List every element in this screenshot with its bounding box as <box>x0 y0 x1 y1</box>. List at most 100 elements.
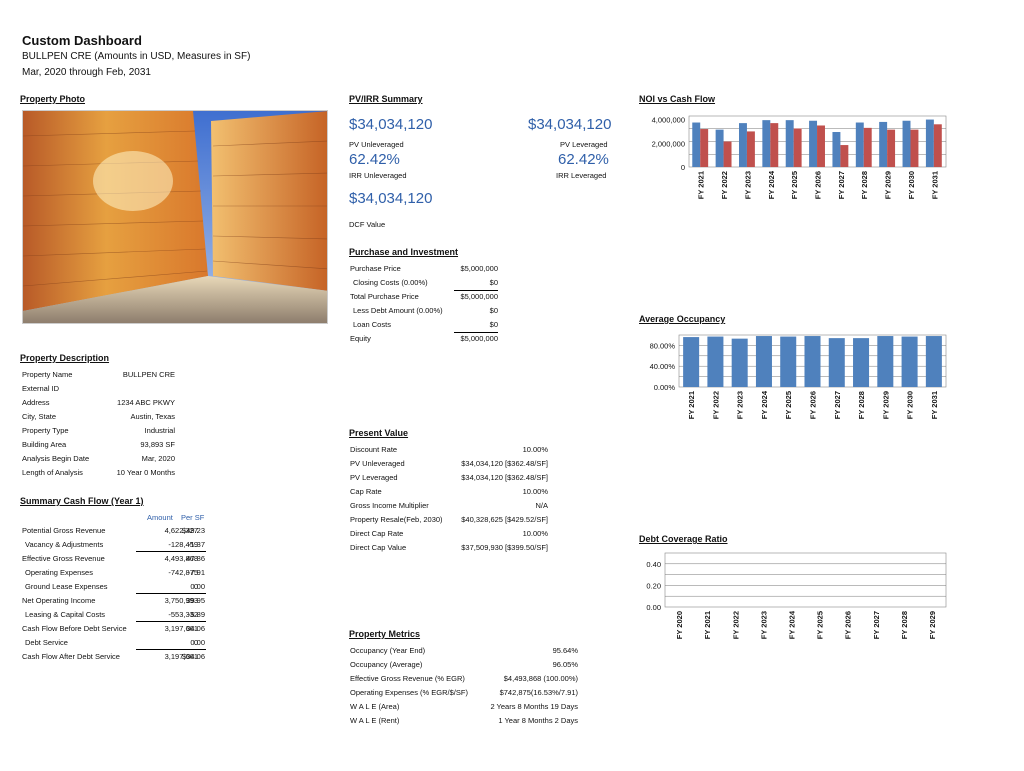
present-value-value: 10.00% <box>522 487 548 496</box>
cashflow-sum-line <box>136 621 206 622</box>
description-row: External ID <box>22 382 177 396</box>
cashflow-sum-line <box>136 593 206 594</box>
chart-bar <box>793 128 802 167</box>
x-tick-label: FY 2025 <box>790 171 799 199</box>
x-tick-label: FY 2029 <box>884 171 893 199</box>
y-tick-label: 0 <box>681 163 685 172</box>
present-value-value: 10.00% <box>522 445 548 454</box>
chart-bar <box>762 120 771 167</box>
chart-bar <box>692 122 701 167</box>
chart-bar <box>925 336 942 387</box>
description-value: Austin, Texas <box>130 412 175 421</box>
chart-bar <box>828 338 845 387</box>
x-tick-label: FY 2021 <box>697 171 706 199</box>
chart-bar <box>723 141 732 167</box>
property-photo <box>22 110 328 324</box>
metrics-label: Occupancy (Year End) <box>350 646 426 655</box>
description-label: City, State <box>22 412 57 421</box>
cashflow-row: Cash Flow Before Debt Service 3,197,661 34… <box>22 622 207 636</box>
average-occupancy-chart: 0.00% 40.00% 80.00% FY 2021 FY 2022 FY 2023 FY… <box>650 334 947 419</box>
purchase-row: Closing Costs (0.00%) $0 <box>350 276 500 290</box>
chart-bar <box>910 129 919 167</box>
present-value-value: $34,034,120 [$362.48/SF] <box>461 473 548 482</box>
description-value: Mar, 2020 <box>141 454 175 463</box>
cashflow-label: Net Operating Income <box>22 596 96 605</box>
description-row: Property Type Industrial <box>22 424 177 438</box>
y-tick-label: 0.00% <box>654 383 676 392</box>
purchase-value: $5,000,000 <box>460 292 498 301</box>
cashflow-label: Ground Lease Expenses <box>25 582 108 591</box>
cashflow-row: Vacancy & Adjustments -128,459 -1.37 <box>22 538 207 552</box>
purchase-label: Total Purchase Price <box>350 292 419 301</box>
x-tick-label: FY 2022 <box>720 171 729 199</box>
chart-bar <box>715 129 724 167</box>
chart-bar <box>780 336 797 387</box>
x-tick-label: FY 2027 <box>872 611 881 639</box>
cashflow-row: Debt Service 0 0.00 <box>22 636 207 650</box>
purchase-row: Total Purchase Price $5,000,000 <box>350 290 500 304</box>
description-row: Property Name BULLPEN CRE <box>22 368 177 382</box>
x-tick-label: FY 2025 <box>784 391 793 419</box>
description-value: Industrial <box>144 426 175 435</box>
section-title-photo: Property Photo <box>20 94 86 104</box>
description-label: Analysis Begin Date <box>22 454 90 463</box>
pv-leveraged-label: PV Leveraged <box>560 140 608 149</box>
cashflow-persf: $49.23 <box>182 526 205 535</box>
present-value-row: Property Resale(Feb, 2030) $40,328,625 [$… <box>350 513 550 527</box>
purchase-value: $5,000,000 <box>460 264 498 273</box>
purchase-row: Loan Costs $0 <box>350 318 500 332</box>
x-tick-label: FY 2024 <box>767 170 776 199</box>
irr-unleveraged-label: IRR Unleveraged <box>349 171 407 180</box>
chart-bar <box>738 123 747 167</box>
purchase-row: Purchase Price $5,000,000 <box>350 262 500 276</box>
irr-leveraged-label: IRR Leveraged <box>556 171 607 180</box>
irr-unleveraged-value: 62.42% <box>349 151 400 168</box>
chart-bar <box>832 132 841 167</box>
plot-area <box>664 552 947 608</box>
page-subtitle: BULLPEN CRE (Amounts in USD, Measures in… <box>22 51 251 62</box>
section-title-pvirr: PV/IRR Summary <box>349 94 423 104</box>
cashflow-persf: 0.00 <box>190 638 205 647</box>
chart-bar <box>902 120 911 167</box>
chart-bar <box>683 337 700 387</box>
description-row: Analysis Begin Date Mar, 2020 <box>22 452 177 466</box>
metrics-value: $742,875(16.53%/7.91) <box>499 688 578 697</box>
chart-bar <box>877 336 894 387</box>
section-title-metrics: Property Metrics <box>349 629 421 639</box>
section-title-occupancy: Average Occupancy <box>639 314 726 324</box>
description-value: BULLPEN CRE <box>122 370 175 379</box>
description-label: Property Name <box>22 370 73 379</box>
cashflow-sum-line <box>136 551 206 552</box>
x-tick-label: FY 2028 <box>860 171 869 199</box>
section-title-purchase: Purchase and Investment <box>349 247 459 257</box>
cashflow-label: Cash Flow After Debt Service <box>22 652 120 661</box>
y-tick-label: 0.00 <box>646 603 661 612</box>
chart-bar <box>879 121 888 167</box>
page-title: Custom Dashboard <box>22 33 142 48</box>
present-value-label: PV Leveraged <box>350 473 398 482</box>
cashflow-row: Net Operating Income 3,750,993 39.95 <box>22 594 207 608</box>
metrics-row: W A L E (Rent) 1 Year 8 Months 2 Days <box>350 714 580 728</box>
present-value-row: PV Leveraged $34,034,120 [$362.48/SF] <box>350 471 550 485</box>
y-tick-label: 4,000,000 <box>652 116 685 125</box>
x-tick-label: FY 2026 <box>809 391 818 419</box>
metrics-row: Occupancy (Year End) 95.64% <box>350 644 580 658</box>
present-value-label: Gross Income Multiplier <box>350 501 429 510</box>
chart-bar <box>840 145 849 167</box>
present-value-row: Discount Rate 10.00% <box>350 443 550 457</box>
column-header-amount: Amount <box>147 513 173 522</box>
x-tick-label: FY 2025 <box>816 611 825 639</box>
description-row: City, State Austin, Texas <box>22 410 177 424</box>
x-tick-label: FY 2026 <box>814 171 823 199</box>
chart-bar <box>804 336 821 387</box>
cashflow-persf: -7.91 <box>187 568 205 577</box>
chart-bar <box>809 120 818 167</box>
description-label: Property Type <box>22 426 69 435</box>
x-tick-label: FY 2023 <box>759 611 768 639</box>
present-value-value: $37,509,930 [$399.50/SF] <box>461 543 548 552</box>
cashflow-persf: 34.06 <box>186 624 205 633</box>
chart-bar <box>746 131 755 167</box>
description-value: 10 Year 0 Months <box>116 468 175 477</box>
description-value: 93,893 SF <box>140 440 175 449</box>
x-tick-label: FY 2026 <box>844 611 853 639</box>
